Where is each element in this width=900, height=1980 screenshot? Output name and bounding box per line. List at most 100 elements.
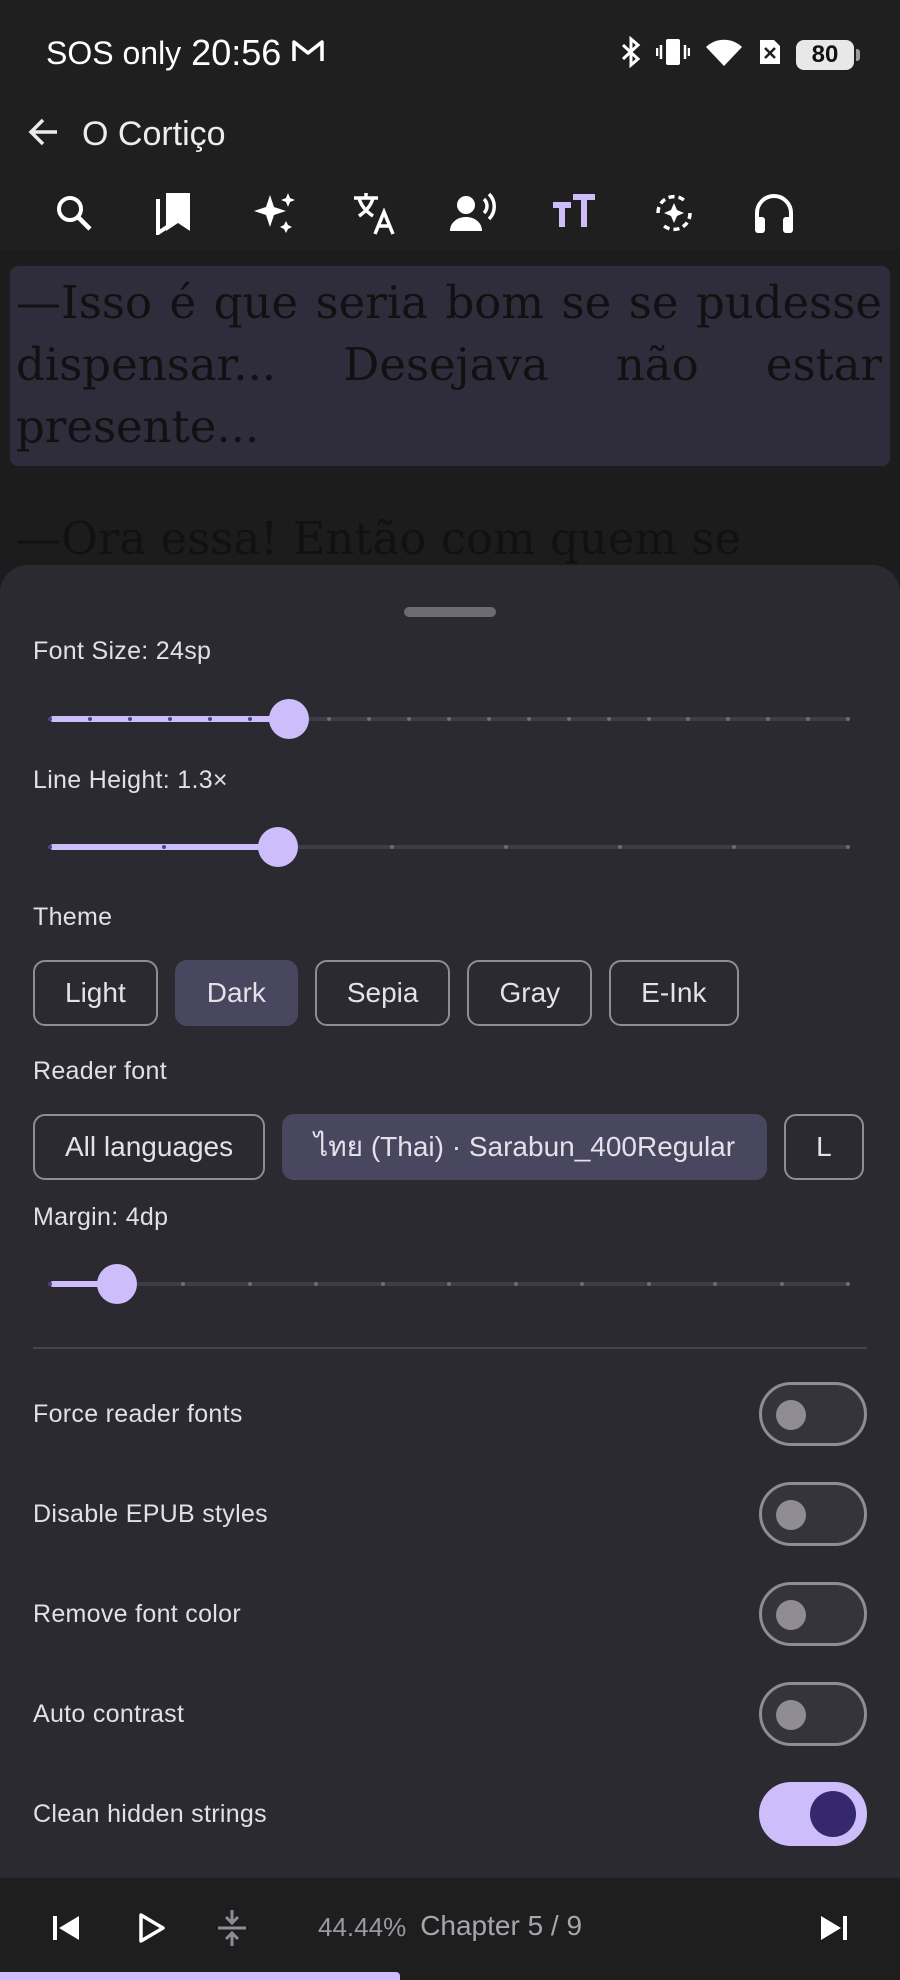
toggle-label: Auto contrast — [33, 1699, 185, 1728]
toggle-switch[interactable] — [759, 1782, 867, 1846]
slider-thumb[interactable] — [269, 699, 310, 739]
chapter-indicator: Chapter 5 / 9 — [420, 1910, 583, 1941]
toggle-switch[interactable] — [759, 1482, 867, 1546]
theme-chip-light[interactable]: Light — [33, 960, 158, 1026]
headphones-icon — [752, 191, 796, 240]
slider-tick — [167, 717, 172, 721]
slider-tick — [513, 1282, 518, 1286]
progress-bar — [0, 1972, 400, 1980]
search-button[interactable] — [24, 180, 124, 250]
audiobook-button[interactable] — [724, 180, 824, 250]
slider-tick — [580, 1282, 584, 1286]
slider-tick — [646, 1282, 651, 1286]
back-button[interactable] — [14, 104, 74, 164]
battery-indicator: 80 — [796, 39, 860, 70]
line-height-label: Line Height: 1.3× — [33, 766, 228, 794]
text-settings-sheet: Font Size: 24sp Line Height: 1.3× Theme … — [0, 565, 900, 1877]
paragraph: —Ora essa! Então com quem se — [16, 512, 742, 565]
theme-chip-dark[interactable]: Dark — [174, 960, 298, 1026]
wifi-icon — [704, 37, 744, 72]
slider-tick — [390, 845, 394, 849]
auto-scroll-button[interactable] — [624, 180, 724, 250]
slider-tick — [606, 717, 611, 721]
paragraph: —Isso é que seria bom se se pudesse disp… — [16, 276, 882, 453]
carrier-status: SOS only — [46, 34, 182, 71]
auto-scroll-icon — [650, 189, 698, 242]
reading-progress: 44.44% Chapter 5 / 9 — [318, 1910, 583, 1943]
vertical-align-center-icon — [215, 1908, 249, 1953]
toggle-row: Disable EPUB styles — [33, 1481, 867, 1547]
toggle-label: Force reader fonts — [33, 1399, 243, 1428]
toggle-label: Clean hidden strings — [33, 1799, 267, 1828]
slider-tick — [447, 717, 451, 721]
slider-tick — [380, 1282, 385, 1286]
translate-icon — [351, 190, 397, 241]
bookmarks-button[interactable] — [124, 180, 224, 250]
play-button[interactable] — [120, 1900, 180, 1960]
toggle-knob — [776, 1700, 806, 1730]
theme-chip-sepia[interactable]: Sepia — [314, 960, 451, 1026]
slider-tick — [127, 717, 132, 721]
reader-toolbar — [24, 180, 824, 250]
toggle-knob — [810, 1791, 856, 1837]
slider-tick — [314, 1282, 318, 1286]
next-chapter-button[interactable] — [804, 1900, 864, 1960]
font-size-slider[interactable] — [48, 699, 850, 739]
no-sim-icon — [758, 37, 782, 72]
theme-label: Theme — [33, 903, 113, 931]
toggle-row: Force reader fonts — [33, 1381, 867, 1447]
slider-tick — [846, 717, 850, 721]
slider-thumb[interactable] — [96, 1264, 137, 1304]
text-settings-button[interactable] — [524, 180, 624, 250]
bottom-bar: 44.44% Chapter 5 / 9 — [0, 1877, 900, 1980]
margin-slider[interactable] — [48, 1264, 850, 1304]
slider-tick — [48, 717, 52, 721]
reader-font-chip[interactable]: All languages — [33, 1114, 266, 1180]
play-icon — [133, 1911, 167, 1950]
slider-tick — [207, 717, 212, 721]
toggle-switch[interactable] — [759, 1382, 867, 1446]
line-height-slider[interactable] — [48, 827, 850, 867]
app-bar: O Cortiço — [0, 100, 900, 250]
book-title: O Cortiço — [82, 115, 226, 153]
reader-content[interactable]: —Isso é que seria bom se se pudesse disp… — [0, 250, 900, 565]
voice-icon — [450, 191, 498, 240]
skip-previous-icon — [49, 1911, 83, 1950]
vibrate-icon — [655, 36, 691, 73]
toggle-switch[interactable] — [759, 1682, 867, 1746]
skip-next-icon — [817, 1911, 851, 1950]
ai-sparkle-icon — [250, 189, 298, 242]
slider-tick — [566, 717, 571, 721]
text-format-icon — [551, 193, 597, 238]
theme-chip-eink[interactable]: E-Ink — [609, 960, 739, 1026]
reader-font-chip[interactable]: ไทย (Thai) · Sarabun_400Regular — [282, 1114, 768, 1180]
collapse-button[interactable] — [202, 1900, 262, 1960]
bookmarks-icon — [154, 191, 194, 240]
slider-thumb[interactable] — [258, 827, 298, 867]
bluetooth-icon — [620, 35, 642, 73]
arrow-back-icon — [27, 115, 61, 154]
reader-font-chip[interactable]: L — [784, 1114, 864, 1180]
slider-tick — [504, 845, 508, 849]
toggle-knob — [776, 1400, 806, 1430]
theme-options: Light Dark Sepia Gray E-Ink — [33, 960, 739, 1026]
ai-assistant-button[interactable] — [224, 180, 324, 250]
translate-button[interactable] — [324, 180, 424, 250]
slider-tick — [618, 845, 622, 849]
slider-tick — [526, 717, 531, 721]
search-icon — [54, 193, 94, 238]
slider-tick — [732, 845, 736, 849]
slider-tick — [247, 717, 252, 721]
toggle-switch[interactable] — [759, 1582, 867, 1646]
reader-font-options[interactable]: All languages ไทย (Thai) · Sarabun_400Reg… — [33, 1114, 867, 1184]
slider-tick — [162, 845, 166, 849]
previous-chapter-button[interactable] — [36, 1900, 96, 1960]
slider-tick — [486, 717, 491, 721]
sheet-drag-handle[interactable] — [404, 607, 496, 617]
slider-tick — [87, 717, 92, 721]
toggle-knob — [776, 1600, 806, 1630]
read-aloud-button[interactable] — [424, 180, 524, 250]
toggle-row: Remove font color — [33, 1581, 867, 1647]
progress-percent: 44.44% — [318, 1912, 407, 1942]
theme-chip-gray[interactable]: Gray — [467, 960, 593, 1026]
